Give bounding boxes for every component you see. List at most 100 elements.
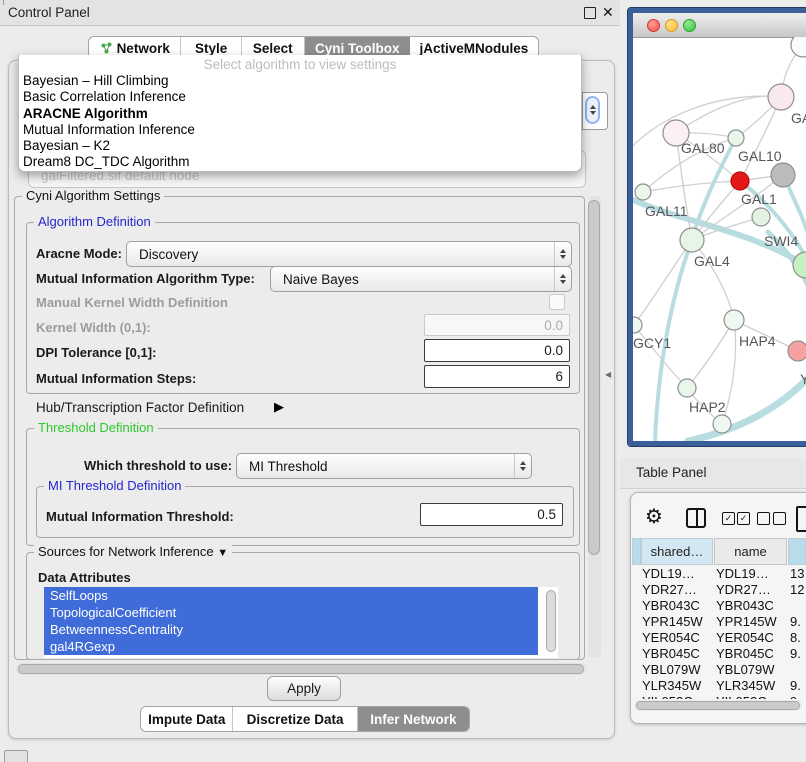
mi-steps-label: Mutual Information Steps:	[36, 371, 196, 386]
table-rows: YDL19…YDL19…13 YDR27…YDR27…12 YBR043CYBR…	[630, 566, 806, 699]
network-tab-icon	[100, 42, 113, 55]
node[interactable]	[728, 130, 744, 146]
mi-steps-value: 6	[555, 369, 563, 384]
column-header-shared[interactable]: shared…	[641, 538, 713, 565]
node-label: Y	[800, 371, 806, 387]
algorithm-dropdown[interactable]: Select algorithm to view settings Bayesi…	[18, 55, 582, 172]
algorithm-option[interactable]: Mutual Information Inference	[19, 122, 581, 138]
cell: YDL19…	[716, 566, 769, 582]
tab-impute-data-label: Impute Data	[148, 712, 225, 727]
close-icon[interactable]: ✕	[602, 4, 614, 21]
panel-collapse-arrow-icon[interactable]: ◀	[605, 370, 611, 379]
control-panel-titlebar: Control Panel ✕	[0, 0, 620, 26]
tab-discretize-data[interactable]: Discretize Data	[233, 707, 357, 731]
cell: YDR27…	[716, 582, 771, 598]
cell: YIL052C	[642, 694, 693, 699]
manual-kernel-checkbox[interactable]	[549, 294, 565, 310]
node-label: GAL1	[741, 191, 777, 207]
network-node-labels: GAL GAL80 GAL10 GAL1 GAL11 GAL4 SWI4 GCY…	[633, 110, 806, 415]
algorithm-option-selected[interactable]: ARACNE Algorithm	[19, 106, 581, 122]
mi-threshold-group-title: MI Threshold Definition	[44, 479, 185, 493]
list-item[interactable]: gal4RGexp	[44, 638, 538, 655]
column-header-partial[interactable]	[788, 538, 806, 565]
list-item[interactable]: BetweennessCentrality	[44, 621, 538, 638]
node-label: HAP2	[689, 399, 726, 415]
node[interactable]	[771, 163, 795, 187]
tab-impute-data[interactable]: Impute Data	[141, 707, 233, 731]
cell: 12	[790, 582, 804, 598]
node[interactable]	[768, 84, 794, 110]
mi-threshold-field[interactable]: 0.5	[420, 503, 563, 526]
apply-button[interactable]: Apply	[267, 676, 341, 701]
algorithm-definition-title: Algorithm Definition	[34, 215, 155, 229]
document-icon[interactable]	[796, 506, 806, 532]
sources-group-title: Sources for Network Inference ▼	[34, 545, 232, 560]
list-item[interactable]: TopologicalCoefficient	[44, 604, 538, 621]
algorithm-option[interactable]: Bayesian – K2	[19, 138, 581, 154]
mi-steps-field[interactable]: 6	[424, 365, 570, 388]
cell: YER054C	[716, 630, 774, 646]
cell: YER054C	[642, 630, 700, 646]
kernel-width-field[interactable]: 0.0	[424, 314, 570, 336]
node[interactable]	[680, 228, 704, 252]
zoom-traffic-light-icon[interactable]	[683, 19, 696, 32]
cell: YLR345W	[716, 678, 775, 694]
threshold-definition-title: Threshold Definition	[34, 421, 158, 435]
tab-discretize-data-label: Discretize Data	[247, 712, 344, 727]
split-columns-icon[interactable]	[686, 508, 706, 528]
node[interactable]	[752, 208, 770, 226]
mi-threshold-label: Mutual Information Threshold:	[46, 509, 234, 524]
aracne-mode-combo[interactable]: Discovery	[126, 241, 572, 267]
network-window-titlebar[interactable]	[633, 13, 806, 38]
node[interactable]	[635, 184, 651, 200]
checked-box-icon: ✓	[737, 512, 750, 525]
settings-gear-icon[interactable]: ⚙	[645, 504, 663, 529]
list-item[interactable]: SelfLoops	[44, 587, 538, 604]
table-hscrollbar-thumb[interactable]	[636, 701, 800, 710]
tab-jactivemnodules-label: jActiveMNodules	[420, 41, 529, 56]
table-corner-cell[interactable]	[632, 538, 641, 565]
algorithm-option[interactable]: Bayesian – Hill Climbing	[19, 73, 581, 89]
mi-type-combo[interactable]: Naive Bayes	[270, 266, 572, 292]
minimize-traffic-light-icon[interactable]	[665, 19, 678, 32]
cell: 8.	[790, 630, 801, 646]
column-header-name[interactable]: name	[714, 538, 787, 565]
collapsed-panel-icon[interactable]	[4, 750, 28, 762]
network-canvas[interactable]: GAL GAL80 GAL10 GAL1 GAL11 GAL4 SWI4 GCY…	[633, 37, 806, 441]
tab-infer-network[interactable]: Infer Network	[358, 707, 469, 731]
node[interactable]	[713, 415, 731, 433]
cell: YPR145W	[642, 614, 703, 630]
focused-stepper-icon[interactable]	[585, 96, 600, 124]
node[interactable]	[633, 317, 642, 333]
attributes-scrollbar-thumb[interactable]	[546, 590, 556, 652]
node[interactable]	[724, 310, 744, 330]
node[interactable]	[791, 37, 806, 57]
algorithm-option[interactable]: Basic Correlation Inference	[19, 89, 581, 105]
deselect-checkboxes-icon[interactable]	[757, 512, 786, 525]
which-threshold-combo[interactable]: MI Threshold	[236, 453, 532, 479]
kernel-width-value: 0.0	[544, 318, 563, 333]
table-panel-title: Table Panel	[636, 458, 707, 488]
hub-expand-arrow-icon[interactable]: ▶	[274, 399, 284, 415]
settings-hscrollbar-thumb[interactable]	[18, 664, 584, 674]
close-traffic-light-icon[interactable]	[647, 19, 660, 32]
mi-type-label: Mutual Information Algorithm Type:	[36, 271, 255, 286]
node-label: GAL80	[681, 140, 725, 156]
node-label: GCY1	[633, 335, 671, 351]
select-all-checkboxes-icon[interactable]: ✓ ✓	[722, 512, 750, 525]
dpi-tolerance-field[interactable]: 0.0	[424, 339, 570, 362]
dpi-tolerance-value: 0.0	[544, 343, 563, 358]
apply-button-label: Apply	[287, 681, 321, 696]
settings-scrollbar-thumb[interactable]	[588, 200, 600, 555]
float-window-icon[interactable]	[584, 7, 596, 19]
cell: 9	[790, 694, 797, 699]
cell: 9.	[790, 678, 801, 694]
node-selected[interactable]	[731, 172, 749, 190]
control-panel-title: Control Panel	[8, 0, 90, 25]
tab-infer-network-label: Infer Network	[370, 712, 456, 727]
node[interactable]	[678, 379, 696, 397]
sources-collapse-arrow-icon[interactable]: ▼	[217, 547, 228, 559]
node[interactable]	[788, 341, 806, 361]
algorithm-option[interactable]: Dream8 DC_TDC Algorithm	[19, 154, 581, 170]
cell: YLR345W	[642, 678, 701, 694]
